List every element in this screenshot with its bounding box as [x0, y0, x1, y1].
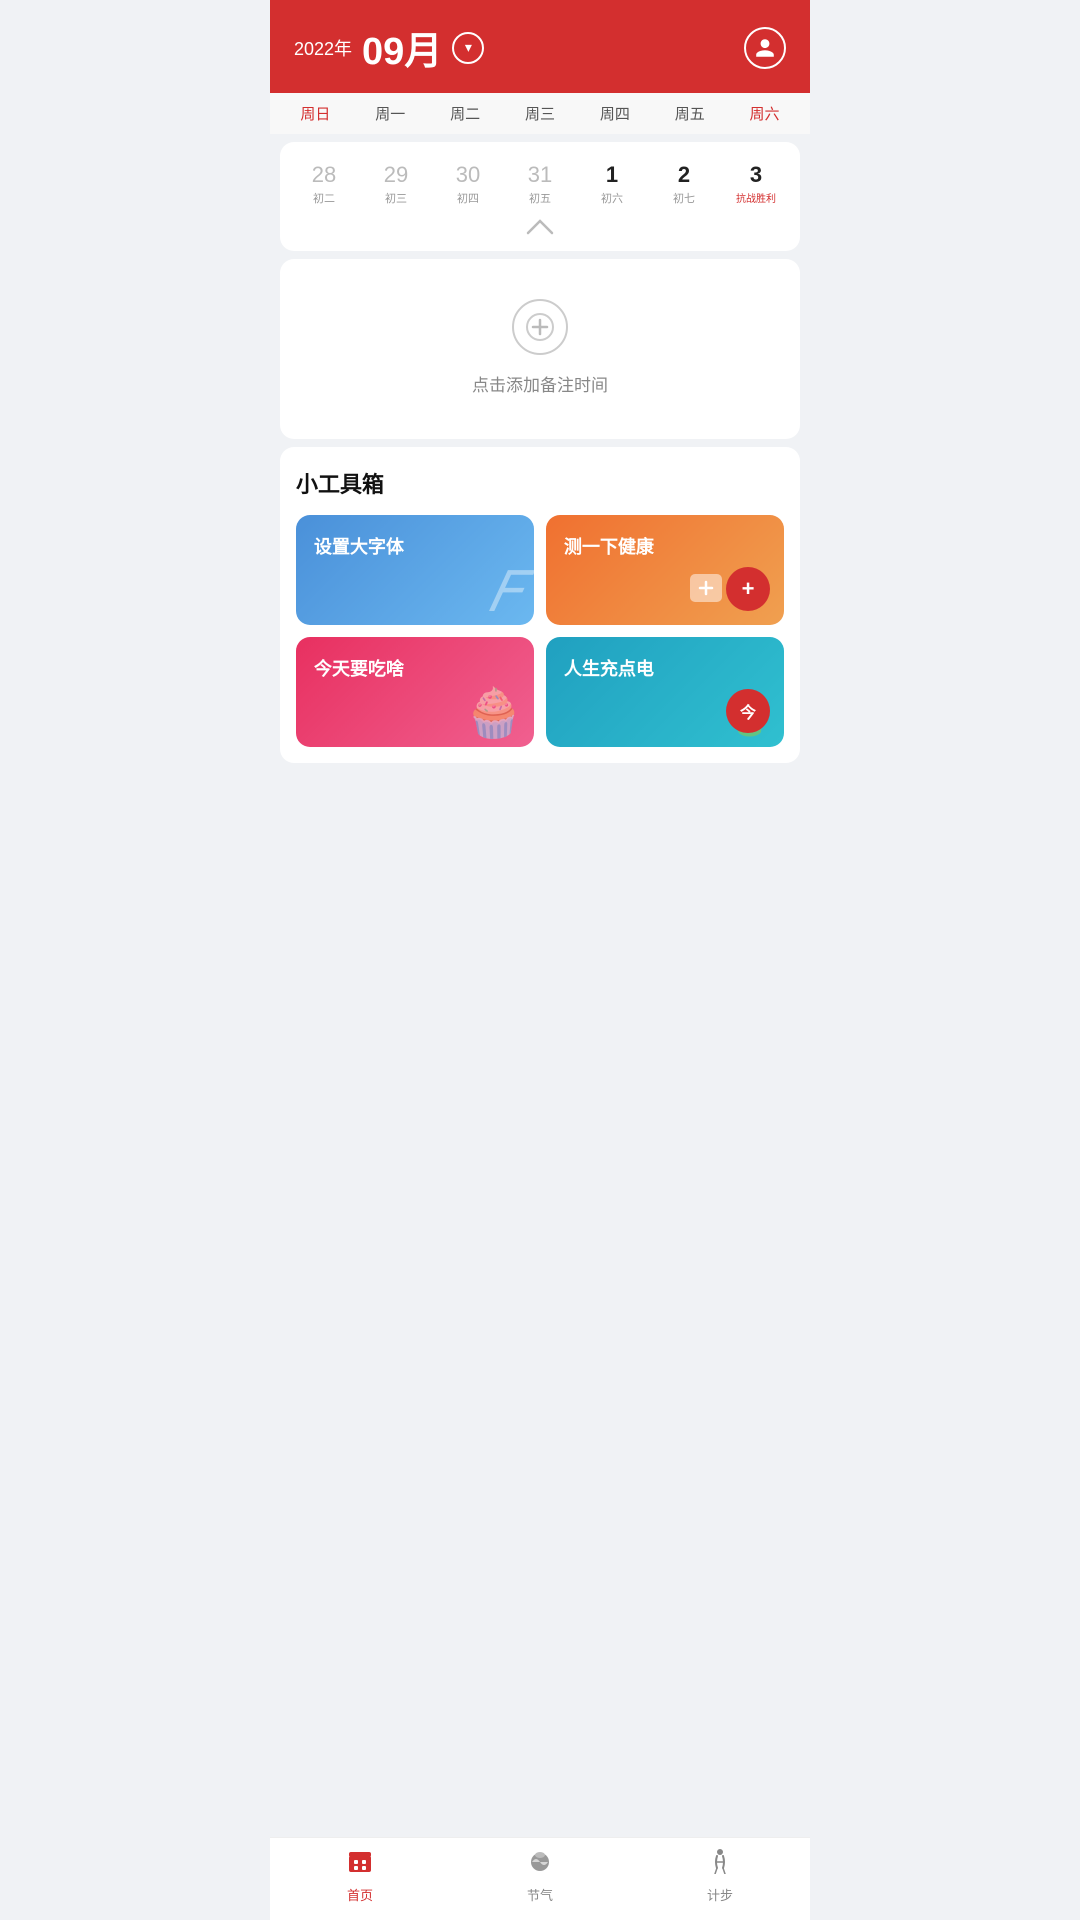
- weekday-thu: 周四: [577, 103, 652, 124]
- calendar-day-2[interactable]: 2 初七: [648, 156, 720, 212]
- month-dropdown-button[interactable]: ▾: [452, 32, 484, 64]
- calendar-day-28[interactable]: 28 初二: [288, 156, 360, 212]
- toolbox-grid: 设置大字体 𝐹 测一下健康 + 今天要吃啥 🧁 人生充点电 🔋 今: [296, 515, 784, 747]
- calendar-week-row: 28 初二 29 初三 30 初四 31 初五 1 初六 2 初七 3 抗战胜利: [288, 156, 792, 212]
- add-note-button[interactable]: [512, 299, 568, 355]
- add-note-label: 点击添加备注时间: [472, 371, 608, 396]
- calendar-card: 28 初二 29 初三 30 初四 31 初五 1 初六 2 初七 3 抗战胜利: [280, 142, 800, 251]
- muffin-icon: 🧁: [464, 684, 524, 741]
- today-badge: 今: [726, 689, 770, 733]
- avatar-button[interactable]: [744, 27, 786, 69]
- tool-card-food[interactable]: 今天要吃啥 🧁: [296, 637, 534, 747]
- toolbox-section: 小工具箱 设置大字体 𝐹 测一下健康 + 今天要吃啥 🧁: [280, 447, 800, 763]
- add-note-card[interactable]: 点击添加备注时间: [280, 259, 800, 439]
- calendar-day-3[interactable]: 3 抗战胜利: [720, 156, 792, 212]
- tool-card-health[interactable]: 测一下健康 +: [546, 515, 784, 625]
- calendar-day-31[interactable]: 31 初五: [504, 156, 576, 212]
- calendar-day-29[interactable]: 29 初三: [360, 156, 432, 212]
- health-add-badge: +: [726, 567, 770, 611]
- header-month: 09月: [362, 20, 442, 75]
- home-icon: [347, 1848, 373, 1881]
- app-header: 2022年 09月 ▾: [270, 0, 810, 93]
- weekday-fri: 周五: [652, 103, 727, 124]
- weekday-mon: 周一: [353, 103, 428, 124]
- calendar-collapse-button[interactable]: [288, 218, 792, 241]
- toolbox-title: 小工具箱: [296, 467, 784, 499]
- nav-home-label: 首页: [347, 1885, 373, 1904]
- bottom-navigation: 首页 节气 计步: [270, 1837, 810, 1920]
- weekday-sun: 周日: [278, 103, 353, 124]
- tool-energy-label: 人生充点电: [564, 655, 654, 681]
- tool-font-label: 设置大字体: [314, 533, 404, 559]
- nav-solar-label: 节气: [527, 1885, 553, 1904]
- nav-item-home[interactable]: 首页: [320, 1848, 400, 1904]
- tool-food-label: 今天要吃啥: [314, 655, 404, 681]
- font-icon: 𝐹: [488, 565, 522, 621]
- nav-item-solar[interactable]: 节气: [500, 1848, 580, 1904]
- solar-icon: [527, 1848, 553, 1881]
- tool-health-label: 测一下健康: [564, 533, 654, 559]
- header-year: 2022年: [294, 35, 352, 61]
- tool-card-font[interactable]: 设置大字体 𝐹: [296, 515, 534, 625]
- header-date: 2022年 09月 ▾: [294, 20, 484, 75]
- steps-icon: [707, 1848, 733, 1881]
- weekday-tue: 周二: [428, 103, 503, 124]
- nav-steps-label: 计步: [707, 1885, 733, 1904]
- calendar-day-1[interactable]: 1 初六: [576, 156, 648, 212]
- weekday-wed: 周三: [503, 103, 578, 124]
- weekday-header: 周日 周一 周二 周三 周四 周五 周六: [270, 93, 810, 134]
- tool-card-energy[interactable]: 人生充点电 🔋 今: [546, 637, 784, 747]
- nav-item-steps[interactable]: 计步: [680, 1848, 760, 1904]
- weekday-sat: 周六: [727, 103, 802, 124]
- calendar-day-30[interactable]: 30 初四: [432, 156, 504, 212]
